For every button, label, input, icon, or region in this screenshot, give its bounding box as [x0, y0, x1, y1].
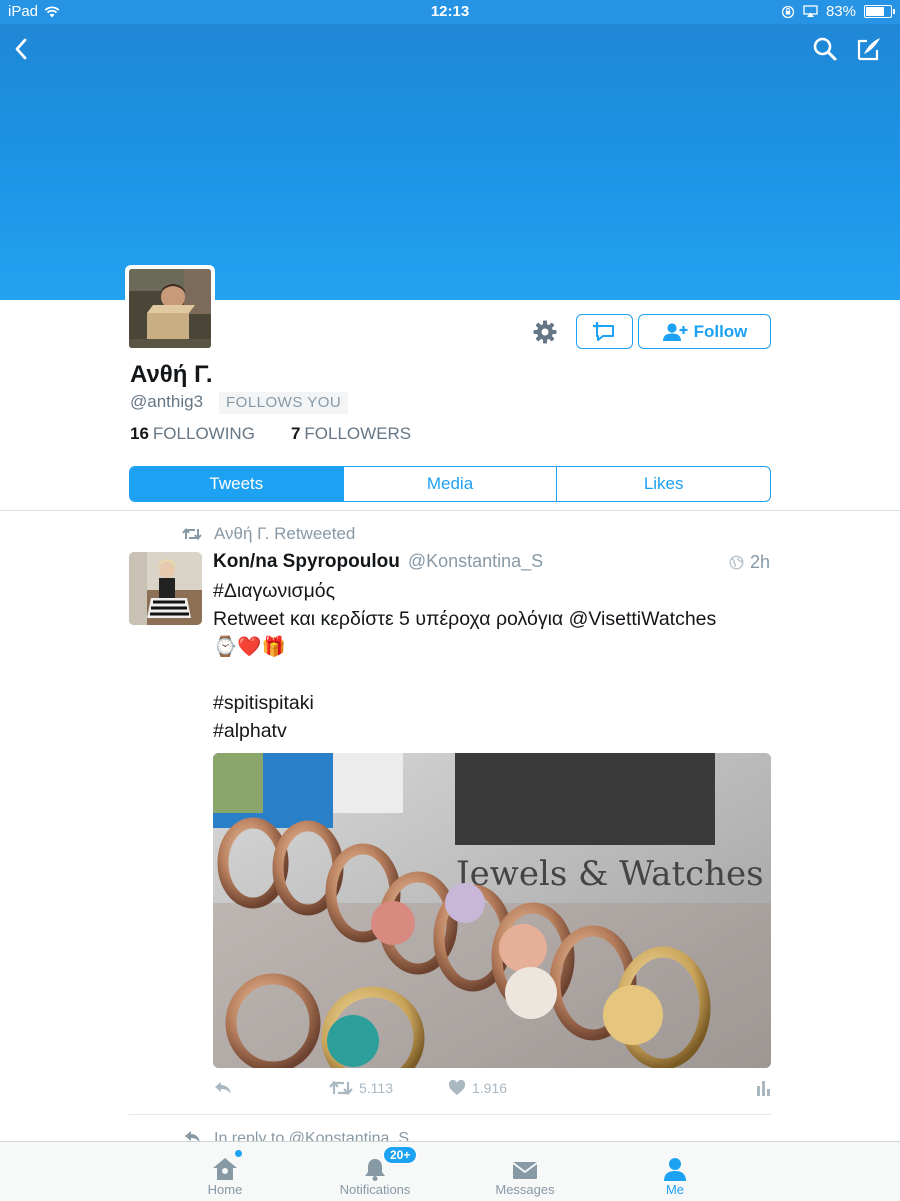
retweet-button[interactable]: 5.113 — [329, 1080, 393, 1096]
globe-icon — [729, 555, 744, 570]
reply-button[interactable] — [213, 1080, 233, 1096]
tweet-line: Retweet και κερδίστε 5 υπέροχα ρολόγια @… — [213, 608, 717, 630]
tab-notifications-label: Notifications — [339, 1182, 411, 1197]
tweet-author-name[interactable]: Kon/na Spyropoulou — [213, 551, 400, 573]
tweet-header: Kon/na Spyropoulou @Konstantina_S — [213, 551, 543, 573]
search-icon — [813, 37, 837, 61]
notifications-badge: 20+ — [383, 1146, 418, 1164]
person-icon — [664, 1158, 686, 1181]
profile-name: Ανθή Γ. — [130, 361, 213, 388]
settings-button[interactable] — [528, 314, 562, 349]
tab-notifications[interactable]: 20+ Notifications — [315, 1142, 435, 1201]
follow-button[interactable]: Follow — [638, 314, 771, 349]
tab-me-label: Me — [665, 1182, 685, 1197]
tweet-time-text: 2h — [749, 552, 770, 572]
retweet-context-text[interactable]: Ανθή Γ. Retweeted — [214, 524, 355, 544]
status-bar: iPad 12:13 83% — [0, 0, 900, 24]
divider — [0, 510, 900, 511]
follows-you-badge: FOLLOWS YOU — [219, 392, 349, 414]
following-label: FOLLOWING — [152, 424, 255, 443]
tab-home-label: Home — [207, 1182, 243, 1197]
heart-icon — [448, 1080, 466, 1095]
like-count: 1.916 — [472, 1080, 508, 1096]
author-photo — [129, 552, 202, 625]
profile-handle: @anthig3 — [130, 392, 204, 411]
tab-likes[interactable]: Likes — [556, 467, 770, 501]
unread-dot — [235, 1150, 242, 1157]
home-icon — [213, 1158, 237, 1180]
bottom-tab-bar: Home 20+ Notifications Messages Me — [0, 1141, 900, 1201]
gear-icon — [533, 320, 557, 343]
analytics-button[interactable] — [755, 1080, 771, 1096]
rotation-lock-icon — [781, 5, 795, 18]
chevron-left-icon — [15, 38, 27, 60]
tweet-actions: 5.113 1.916 — [213, 1080, 771, 1102]
retweet-icon — [329, 1080, 353, 1096]
like-button[interactable]: 1.916 — [448, 1080, 507, 1096]
retweet-context: Ανθή Γ. Retweeted — [182, 524, 355, 544]
reply-icon — [215, 1082, 231, 1094]
back-button[interactable] — [4, 32, 38, 66]
tab-media[interactable]: Media — [342, 467, 557, 501]
follow-label: Follow — [693, 321, 748, 341]
battery-icon — [864, 5, 895, 18]
tweet-line: ⌚❤️🎁 — [213, 636, 286, 658]
followers-count: 7 — [290, 424, 301, 443]
add-message-icon — [592, 321, 614, 341]
search-button[interactable] — [808, 32, 842, 66]
following-count: 16 — [130, 424, 149, 443]
following-stat[interactable]: 16 FOLLOWING — [130, 424, 255, 444]
tweet-author-handle[interactable]: @Konstantina_S — [408, 551, 543, 572]
tweet-author-avatar[interactable] — [129, 552, 202, 625]
tweet-line[interactable]: #spitispitaki — [213, 689, 773, 717]
tweet-line[interactable]: #Διαγωνισμός — [213, 577, 773, 605]
tweet-text: #Διαγωνισμός Retweet και κερδίστε 5 υπέρ… — [213, 577, 773, 745]
profile-avatar[interactable] — [125, 265, 215, 352]
tweet-separator — [129, 1114, 771, 1115]
battery-percent: 83% — [825, 3, 856, 20]
tab-tweets[interactable]: Tweets — [130, 467, 343, 501]
clock: 12:13 — [430, 3, 470, 20]
tweet-media-image[interactable]: Jewels & Watches — [213, 753, 771, 1068]
followers-label: FOLLOWERS — [304, 424, 412, 443]
analytics-icon — [757, 1081, 770, 1096]
add-user-icon — [662, 322, 688, 341]
retweet-count: 5.113 — [359, 1080, 393, 1096]
compose-button[interactable] — [852, 32, 886, 66]
avatar-photo — [129, 269, 211, 348]
envelope-icon — [512, 1162, 538, 1179]
tab-home[interactable]: Home — [165, 1142, 285, 1201]
profile-banner — [0, 24, 900, 300]
message-button[interactable] — [576, 314, 633, 349]
tab-messages[interactable]: Messages — [465, 1142, 585, 1201]
tweet-line — [213, 661, 773, 689]
tab-messages-label: Messages — [495, 1182, 555, 1197]
profile-tabs: Tweets Media Likes — [129, 466, 771, 502]
tweet-time: 2h — [729, 552, 770, 573]
retweet-icon — [182, 527, 202, 541]
airplay-icon — [803, 5, 818, 17]
followers-stat[interactable]: 7 FOLLOWERS — [291, 424, 411, 444]
tweet-line[interactable]: #alphatv — [213, 717, 773, 745]
media-caption-text: Jewels & Watches — [453, 854, 764, 894]
compose-icon — [857, 38, 880, 61]
watches-photo: Jewels & Watches — [213, 753, 771, 1068]
tab-me[interactable]: Me — [615, 1142, 735, 1201]
